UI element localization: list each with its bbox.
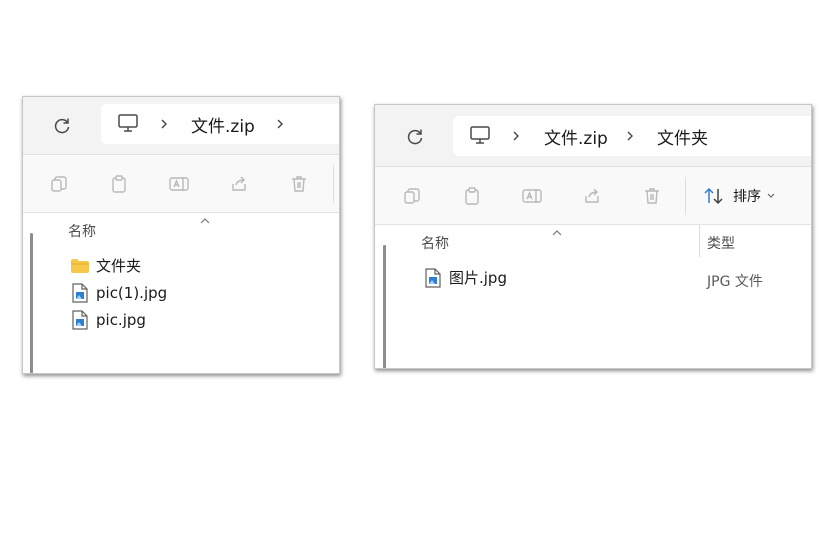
paste-icon[interactable] bbox=[461, 185, 483, 207]
image-file-icon bbox=[70, 283, 90, 303]
breadcrumb-item-folder[interactable]: 文件夹 bbox=[657, 116, 708, 156]
file-name: 图片.jpg bbox=[449, 269, 507, 287]
sort-caret-up-icon bbox=[200, 210, 210, 229]
refresh-icon[interactable] bbox=[403, 125, 427, 149]
left-command-bar bbox=[23, 155, 339, 213]
toolbar-divider bbox=[685, 177, 686, 215]
left-file-list: 名称 文件夹 pic(1).jpg pic.jpg bbox=[23, 213, 339, 373]
delete-icon[interactable] bbox=[288, 173, 310, 195]
scrollbar[interactable] bbox=[383, 245, 386, 368]
share-icon[interactable] bbox=[581, 185, 603, 207]
list-item[interactable]: pic(1).jpg bbox=[70, 283, 167, 303]
copy-icon[interactable] bbox=[401, 185, 423, 207]
file-name: 文件夹 bbox=[96, 257, 142, 275]
scrollbar[interactable] bbox=[30, 233, 33, 373]
right-file-list: 名称 类型 图片.jpg JPG 文件 bbox=[375, 225, 811, 368]
chevron-right-icon[interactable] bbox=[275, 104, 285, 144]
breadcrumb-item-zip[interactable]: 文件.zip bbox=[191, 104, 255, 144]
sort-label: 排序 bbox=[733, 189, 761, 205]
image-file-icon bbox=[423, 267, 443, 288]
sort-arrows-icon bbox=[703, 187, 725, 205]
list-item[interactable]: 图片.jpg bbox=[423, 267, 507, 288]
list-item[interactable]: pic.jpg bbox=[70, 310, 146, 330]
rename-icon[interactable] bbox=[521, 185, 543, 207]
share-icon[interactable] bbox=[228, 173, 250, 195]
rename-icon[interactable] bbox=[168, 173, 190, 195]
sort-button[interactable]: 排序 bbox=[703, 186, 775, 206]
toolbar-divider bbox=[333, 165, 334, 203]
column-header-type[interactable]: 类型 bbox=[707, 233, 735, 253]
this-pc-icon[interactable] bbox=[117, 113, 139, 137]
refresh-icon[interactable] bbox=[50, 114, 74, 138]
file-name: pic.jpg bbox=[96, 311, 146, 329]
image-file-icon bbox=[70, 310, 90, 330]
breadcrumb-item-zip[interactable]: 文件.zip bbox=[544, 116, 608, 156]
left-address-bar[interactable]: 文件.zip bbox=[101, 104, 339, 144]
column-header-name[interactable]: 名称 bbox=[68, 221, 96, 241]
this-pc-icon[interactable] bbox=[469, 125, 491, 149]
file-name: pic(1).jpg bbox=[96, 284, 168, 302]
chevron-down-icon bbox=[767, 193, 775, 199]
copy-icon[interactable] bbox=[48, 173, 70, 195]
chevron-right-icon[interactable] bbox=[159, 104, 169, 144]
sort-caret-up-icon bbox=[552, 222, 562, 241]
left-explorer-window: 文件.zip 名称 文件夹 pic(1).jpg pic.jpg bbox=[22, 96, 340, 374]
right-explorer-window: 文件.zip 文件夹 排序 名称 类型 图片.jpg JPG 文件 bbox=[374, 104, 812, 369]
file-type: JPG 文件 bbox=[707, 274, 763, 290]
delete-icon[interactable] bbox=[641, 185, 663, 207]
chevron-right-icon[interactable] bbox=[625, 116, 635, 156]
right-navigation-bar: 文件.zip 文件夹 bbox=[375, 105, 811, 167]
paste-icon[interactable] bbox=[108, 173, 130, 195]
right-command-bar: 排序 bbox=[375, 167, 811, 225]
column-divider[interactable] bbox=[699, 225, 700, 257]
chevron-right-icon[interactable] bbox=[511, 116, 521, 156]
folder-icon bbox=[70, 256, 90, 276]
left-navigation-bar: 文件.zip bbox=[23, 97, 339, 155]
column-header-name[interactable]: 名称 bbox=[421, 233, 449, 253]
list-item[interactable]: 文件夹 bbox=[70, 255, 141, 276]
right-address-bar[interactable]: 文件.zip 文件夹 bbox=[453, 116, 811, 156]
